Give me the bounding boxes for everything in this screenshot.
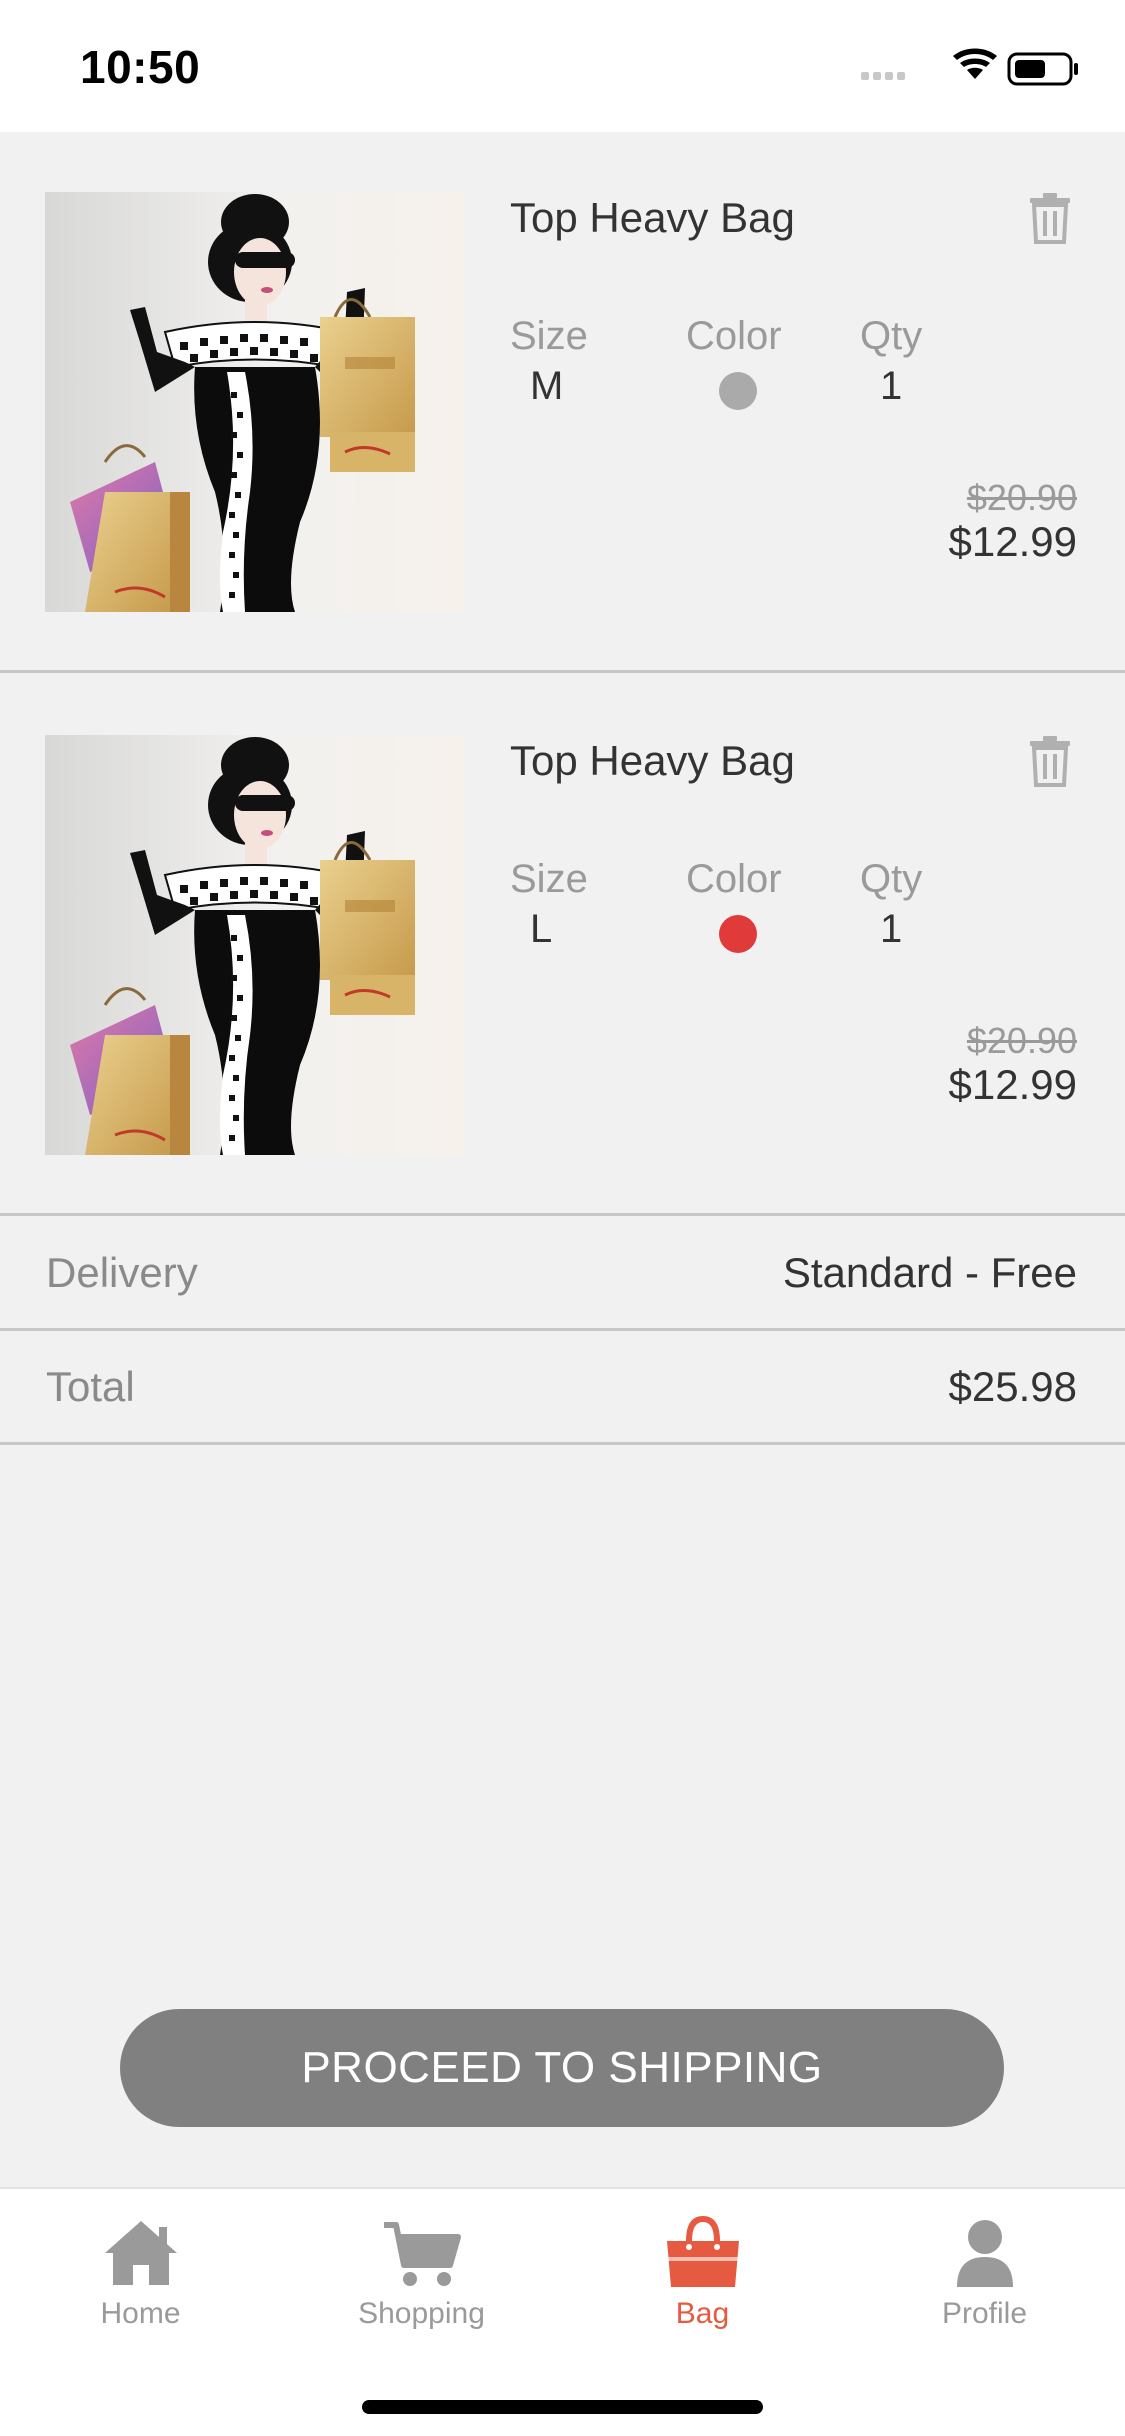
proceed-to-shipping-button[interactable]: PROCEED TO SHIPPING xyxy=(120,2009,1004,2127)
qty-value[interactable]: 1 xyxy=(880,907,902,952)
product-title: Top Heavy Bag xyxy=(510,737,795,784)
fashion-illustration-icon xyxy=(45,192,465,612)
color-label: Color xyxy=(686,314,782,358)
original-price: $20.90 xyxy=(966,1020,1077,1061)
size-label: Size xyxy=(510,857,588,901)
tab-label: Profile xyxy=(941,2297,1028,2330)
signal-icon xyxy=(861,72,905,80)
trash-icon[interactable] xyxy=(1024,735,1076,787)
sale-price: $12.99 xyxy=(948,518,1077,565)
delivery-value: Standard - Free xyxy=(782,1249,1077,1296)
profile-icon xyxy=(956,2220,1013,2287)
tab-label: Shopping xyxy=(358,2297,485,2330)
qty-value[interactable]: 1 xyxy=(880,364,902,409)
product-image[interactable] xyxy=(45,192,465,612)
tab-bag[interactable]: Bag xyxy=(562,2189,843,2349)
delivery-row[interactable]: Delivery Standard - Free xyxy=(0,1217,1125,1331)
tab-label: Home xyxy=(100,2297,181,2330)
trash-icon[interactable] xyxy=(1024,192,1076,244)
sale-price: $12.99 xyxy=(948,1061,1077,1108)
product-title: Top Heavy Bag xyxy=(510,194,795,241)
delivery-label: Delivery xyxy=(46,1249,198,1296)
total-label: Total xyxy=(46,1363,135,1410)
tab-bar: Home Shopping Bag Profile xyxy=(0,2187,1125,2436)
size-label: Size xyxy=(510,314,588,358)
color-swatch[interactable] xyxy=(719,372,757,410)
size-value[interactable]: M xyxy=(530,364,563,409)
tab-shopping[interactable]: Shopping xyxy=(281,2189,562,2349)
home-indicator[interactable] xyxy=(362,2400,763,2414)
size-value[interactable]: L xyxy=(530,907,552,952)
color-swatch[interactable] xyxy=(719,915,757,953)
wifi-icon xyxy=(953,48,997,79)
qty-label: Qty xyxy=(860,857,923,901)
status-time: 10:50 xyxy=(80,41,201,93)
bag-icon xyxy=(666,2215,739,2287)
cart-item: Top Heavy Bag Size M Color Qty 1 $20.90 … xyxy=(0,132,1125,673)
product-image[interactable] xyxy=(45,735,465,1155)
original-price: $20.90 xyxy=(966,477,1077,518)
tab-label: Bag xyxy=(675,2297,730,2330)
status-bar: 10:50 xyxy=(0,0,1125,132)
fashion-illustration-icon xyxy=(45,735,465,1155)
home-icon xyxy=(104,2221,177,2285)
color-label: Color xyxy=(686,857,782,901)
battery-icon xyxy=(1007,52,1078,86)
status-icons xyxy=(861,48,1078,86)
total-row: Total $25.98 xyxy=(0,1331,1125,1445)
tab-home[interactable]: Home xyxy=(0,2189,281,2349)
qty-label: Qty xyxy=(860,314,923,358)
total-value: $25.98 xyxy=(948,1363,1077,1410)
cart-item: Top Heavy Bag Size L Color Qty 1 $20.90 … xyxy=(0,675,1125,1216)
tab-profile[interactable]: Profile xyxy=(844,2189,1125,2349)
cart-icon xyxy=(383,2222,461,2286)
